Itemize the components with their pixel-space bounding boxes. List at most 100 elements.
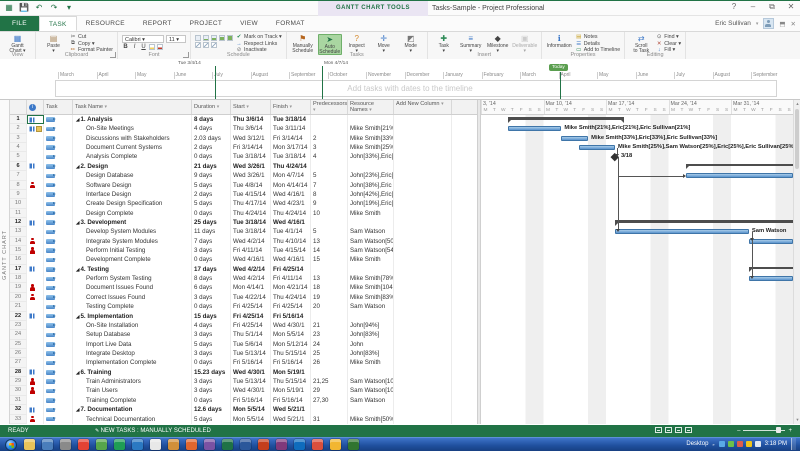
table-cell[interactable]: 15.23 days <box>192 368 231 377</box>
table-row[interactable]: 5Analysis Complete0 daysTue 3/18/14Tue 3… <box>10 152 477 161</box>
task-mode-cell[interactable] <box>44 152 73 161</box>
task-mode-cell[interactable] <box>44 312 73 321</box>
table-cell[interactable]: John[83%] <box>348 330 394 339</box>
table-row[interactable]: 8Software Design5 daysTue 4/8/14Mon 4/14… <box>10 181 477 190</box>
summary-bar[interactable] <box>508 117 624 120</box>
task-name-cell[interactable]: Setup Database <box>73 330 192 339</box>
column-header-finish[interactable]: Finish ▾ <box>271 100 311 114</box>
table-cell[interactable]: Mike Smith[83% <box>348 293 394 302</box>
taskbar-icon-app-light[interactable] <box>150 439 161 450</box>
table-cell[interactable] <box>311 405 348 414</box>
table-cell[interactable] <box>311 312 348 321</box>
task-mode-cell[interactable] <box>44 283 73 292</box>
table-cell[interactable] <box>394 330 452 339</box>
table-row[interactable]: 11Design Complete0 daysThu 4/24/14Thu 4/… <box>10 209 477 218</box>
table-cell[interactable]: 2 <box>311 134 348 143</box>
row-number[interactable]: 12 <box>10 218 27 227</box>
table-cell[interactable]: Mon 4/14/14 <box>271 181 311 190</box>
table-cell[interactable]: 7 <box>311 181 348 190</box>
task-name-cell[interactable]: ◢4. Testing <box>73 265 192 274</box>
table-cell[interactable]: John <box>348 340 394 349</box>
table-cell[interactable] <box>394 209 452 218</box>
taskbar-icon-firefox[interactable] <box>186 439 197 450</box>
table-row[interactable]: 16Development Complete0 daysWed 4/16/1We… <box>10 255 477 264</box>
task-name-cell[interactable]: Train Administrators <box>73 377 192 386</box>
row-number[interactable]: 28 <box>10 368 27 377</box>
percent-complete-50-button[interactable] <box>211 35 217 41</box>
table-cell[interactable]: Tue 4/8/14 <box>231 181 271 190</box>
table-cell[interactable]: 17 days <box>192 265 231 274</box>
table-cell[interactable] <box>348 115 394 124</box>
ribbon-button-scroll[interactable]: ⇄Scroll to Task <box>629 34 653 53</box>
table-cell[interactable]: John[38%],Eric S <box>348 181 394 190</box>
table-cell[interactable] <box>394 143 452 152</box>
table-row[interactable]: 3Discussions with Stakeholders2.03 daysW… <box>10 134 477 143</box>
table-cell[interactable]: John[23%],Eric[ <box>348 171 394 180</box>
task-mode-cell[interactable] <box>44 368 73 377</box>
table-row[interactable]: 15Perform Initial Testing3 daysFri 4/11/… <box>10 246 477 255</box>
table-cell[interactable]: Wed 5/21/1 <box>271 405 311 414</box>
row-number[interactable]: 3 <box>10 134 27 143</box>
row-number[interactable]: 21 <box>10 302 27 311</box>
task-name-cell[interactable]: Interface Design <box>73 190 192 199</box>
table-cell[interactable]: Tue 3/18/14 <box>231 152 271 161</box>
task-name-cell[interactable]: Perform System Testing <box>73 274 192 283</box>
bold-button[interactable]: B <box>122 44 129 50</box>
row-number[interactable]: 17 <box>10 265 27 274</box>
system-tray[interactable]: Desktop » 3:18 PM <box>686 437 796 451</box>
row-number[interactable]: 4 <box>10 143 27 152</box>
table-cell[interactable] <box>348 405 394 414</box>
table-cell[interactable]: Mike Smith[21% <box>348 124 394 133</box>
table-cell[interactable] <box>311 162 348 171</box>
task-usage-view-icon[interactable] <box>665 427 672 433</box>
font-size-select[interactable]: 11 ▾ <box>166 35 186 43</box>
taskbar-icon-browser-red[interactable] <box>78 439 89 450</box>
gantt-chart-area[interactable]: Mike Smith[21%],Eric[21%],Eric Sullivan[… <box>481 115 793 424</box>
row-number[interactable]: 8 <box>10 181 27 190</box>
table-row[interactable]: 14Integrate System Modules7 daysWed 4/2/… <box>10 237 477 246</box>
task-name-cell[interactable]: Create Design Specification <box>73 199 192 208</box>
row-number[interactable]: 33 <box>10 415 27 424</box>
table-cell[interactable]: Tue 3/18/14 <box>271 152 311 161</box>
table-cell[interactable]: Sam Watson <box>348 227 394 236</box>
column-header-duration[interactable]: Duration ▾ <box>192 100 231 114</box>
task-mode-cell[interactable] <box>44 274 73 283</box>
table-cell[interactable]: Mon 4/7/14 <box>271 171 311 180</box>
table-cell[interactable]: 5 days <box>192 340 231 349</box>
table-cell[interactable]: 6 days <box>192 283 231 292</box>
table-cell[interactable] <box>394 171 452 180</box>
task-name-cell[interactable]: Document Current Systems <box>73 143 192 152</box>
restore-button[interactable]: ⧉ <box>766 2 778 12</box>
table-cell[interactable]: John[19%],Eric[ <box>348 199 394 208</box>
table-cell[interactable]: Thu 4/24/14 <box>271 209 311 218</box>
taskbar-icon-app-red[interactable] <box>312 439 323 450</box>
row-number[interactable]: 30 <box>10 386 27 395</box>
task-name-cell[interactable]: On-Site Meetings <box>73 124 192 133</box>
table-row[interactable]: 24Setup Database3 daysThu 5/1/14Mon 5/5/… <box>10 330 477 339</box>
table-cell[interactable]: Mike Smith[104 <box>348 283 394 292</box>
table-cell[interactable]: Fri 3/14/14 <box>231 143 271 152</box>
table-cell[interactable] <box>394 312 452 321</box>
task-name-cell[interactable]: On-Site Installation <box>73 321 192 330</box>
table-cell[interactable] <box>394 415 452 424</box>
table-row[interactable]: 22◢5. Implementation15 daysFri 4/25/14Fr… <box>10 312 477 321</box>
table-cell[interactable] <box>394 321 452 330</box>
table-cell[interactable]: Mon 5/5/14 <box>271 330 311 339</box>
table-cell[interactable]: Sam Watson[10 <box>348 386 394 395</box>
taskbar-icon-app-yellow[interactable] <box>330 439 341 450</box>
table-cell[interactable]: Mon 5/5/14 <box>231 415 271 424</box>
task-name-cell[interactable]: Develop System Modules <box>73 227 192 236</box>
table-cell[interactable]: 21,25 <box>311 377 348 386</box>
table-cell[interactable]: 10 <box>311 209 348 218</box>
ribbon-button-manually[interactable]: ⚑Manually Schedule <box>291 34 315 53</box>
table-cell[interactable]: 11 days <box>192 227 231 236</box>
table-cell[interactable]: 5 days <box>192 181 231 190</box>
table-cell[interactable]: 0 days <box>192 255 231 264</box>
ribbon-display-options-icon[interactable]: ⬒ <box>779 20 785 28</box>
row-number[interactable]: 19 <box>10 283 27 292</box>
ribbon-button-deliverable[interactable]: ▣Deliverable ▾ <box>513 34 537 53</box>
table-cell[interactable]: Tue 3/11/14 <box>271 124 311 133</box>
table-cell[interactable] <box>348 162 394 171</box>
taskbar-clock[interactable]: 3:18 PM <box>765 441 787 447</box>
ribbon-button-move[interactable]: ✛Move ▾ <box>372 34 396 53</box>
